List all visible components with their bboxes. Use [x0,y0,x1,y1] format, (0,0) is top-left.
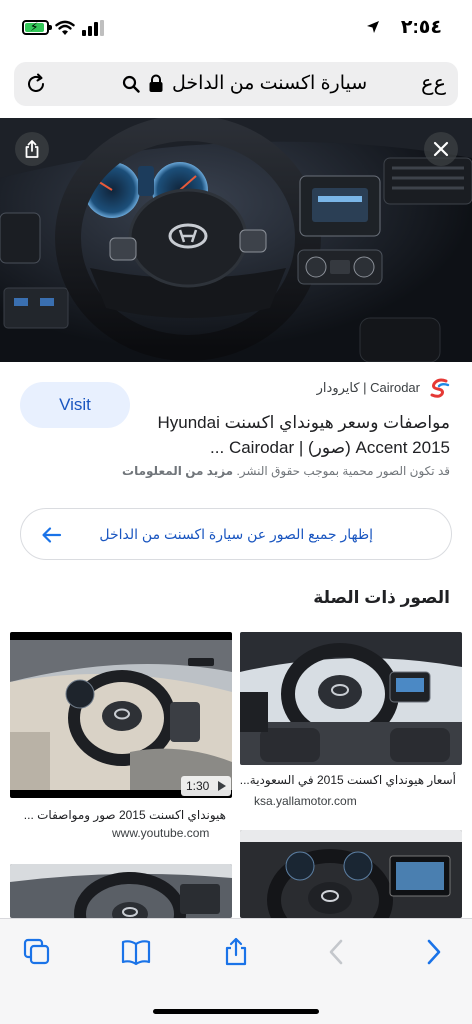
bookmarks-button[interactable] [121,937,151,967]
wifi-icon [55,20,75,35]
result-title[interactable]: مواصفات وسعر هيونداي اكسنت Hyundai Accen… [150,410,451,460]
address-bar[interactable]: سيارة اكسنت من الداخل ﻉﻉ [14,62,458,106]
arrow-left-icon [42,527,62,543]
cairodar-logo-icon [430,378,450,398]
status-time: ٢:٥٤ [400,17,442,38]
home-indicator[interactable] [153,1009,319,1014]
show-all-images-button[interactable]: إظهار جميع الصور عن سيارة اكسنت من الداخ… [20,508,452,560]
search-icon [122,75,140,93]
close-icon [433,141,449,157]
result-title-line-2[interactable]: Accent 2015 (صور) | Cairodar ... [150,435,450,460]
close-image-button[interactable] [424,132,458,166]
hero-image[interactable] [0,118,472,362]
play-icon [218,781,226,791]
forward-button[interactable] [418,937,448,967]
share-button[interactable] [221,937,251,967]
related-image-yallamotor[interactable] [240,632,462,765]
related-images-heading: الصور ذات الصلة [313,588,450,607]
video-duration: 1:30 [186,779,210,793]
related-title-0[interactable]: أسعار هيونداي اكسنت 2015 في السعودية... [240,773,456,787]
lock-icon [149,74,163,92]
more-info-link[interactable]: مزيد من المعلومات [122,464,233,478]
visit-button[interactable]: Visit [20,382,130,428]
reload-icon[interactable] [24,72,48,96]
car-interior-video-thumbnail [10,632,232,798]
forward-icon [427,939,441,965]
share-icon [25,140,39,158]
back-button[interactable] [322,937,352,967]
browser-toolbar [0,918,472,1024]
related-source-0[interactable]: ksa.yallamotor.com [254,794,357,808]
source-name[interactable]: Cairodar | كايرودار [317,380,420,396]
copyright-notice: قد تكون الصور محمية بموجب حقوق النشر. مز… [122,464,450,478]
back-icon [329,939,343,965]
location-arrow-icon [367,21,379,33]
share-image-button[interactable] [15,132,49,166]
car-interior-image [0,118,472,362]
bookmarks-icon [121,940,151,966]
tabs-icon [23,938,50,965]
video-duration-badge: 1:30 [181,776,231,796]
car-interior-thumbnail-3 [240,830,462,918]
cellular-signal-icon [82,20,104,36]
tabs-button[interactable] [22,937,52,967]
related-video-youtube[interactable] [10,632,232,798]
result-title-line-1[interactable]: مواصفات وسعر هيونداي اكسنت Hyundai [150,410,451,435]
source-row[interactable]: Cairodar | كايرودار [317,376,452,400]
related-title-1[interactable]: هيونداي اكسنت 2015 صور ومواصفات ... [12,808,226,822]
battery-charging-icon: ⚡ [22,20,52,35]
show-all-label[interactable]: إظهار جميع الصور عن سيارة اكسنت من الداخ… [99,526,373,543]
share-icon [225,937,247,966]
related-image-4[interactable] [10,864,232,918]
car-interior-thumbnail [240,632,462,765]
related-source-1[interactable]: www.youtube.com [112,826,209,840]
related-image-3[interactable] [240,830,462,918]
copyright-text: قد تكون الصور محمية بموجب حقوق النشر. [236,464,450,478]
text-size-button[interactable]: ﻉﻉ [421,71,446,96]
car-interior-thumbnail-4 [10,864,232,918]
status-bar: ⚡ ٢:٥٤ [0,0,472,56]
url-query-text[interactable]: سيارة اكسنت من الداخل [172,72,367,95]
